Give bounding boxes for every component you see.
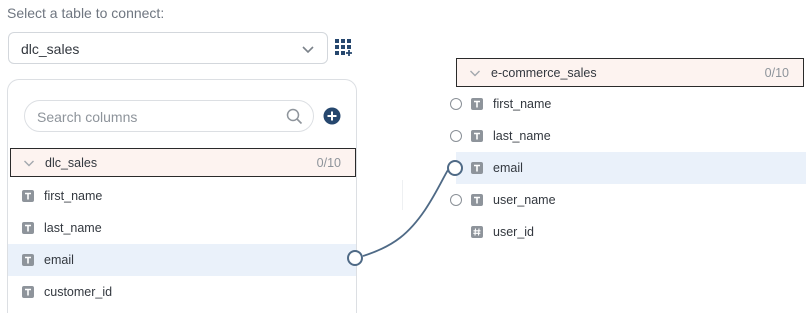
target-column-label: last_name [493,129,551,143]
text-type-icon [471,194,483,206]
table-select[interactable]: dlc_sales [8,32,328,64]
target-connector-handle-active[interactable] [447,160,463,176]
hash-type-icon [471,226,483,238]
target-column-row[interactable]: last_name [456,120,806,152]
target-column-row[interactable]: user_name [456,184,806,216]
target-connector-handle[interactable] [450,98,462,110]
source-column-label: first_name [44,189,103,203]
target-table-name: e-commerce_sales [491,66,597,80]
text-type-icon [22,286,34,298]
text-type-icon [22,254,34,266]
target-column-label: user_id [493,225,534,239]
target-column-row[interactable]: first_name [456,88,806,120]
target-column-label: user_name [493,193,556,207]
table-select-value: dlc_sales [21,41,80,57]
target-connector-handle[interactable] [450,130,462,142]
source-column-label: last_name [44,221,102,235]
source-column-row[interactable]: last_name [8,212,356,244]
target-table-header[interactable]: e-commerce_sales 0/10 [456,58,804,87]
chevron-down-icon [470,70,480,77]
chevron-down-icon [302,46,314,54]
add-column-button[interactable] [323,107,341,125]
source-column-label: email [44,253,74,267]
text-type-icon [22,190,34,202]
target-table-count: 0/10 [764,66,789,80]
target-column-label: email [493,161,523,175]
text-type-icon [471,162,483,174]
target-connector-handle[interactable] [450,194,462,206]
target-column-row[interactable]: user_id [456,216,806,248]
search-icon [286,108,303,125]
search-columns-field[interactable]: Search columns [24,100,314,132]
source-column-label: customer_id [44,285,113,299]
source-connector-handle[interactable] [347,250,363,266]
canvas-divider [402,180,403,210]
chevron-down-icon [24,160,34,167]
add-table-grid-icon[interactable] [334,38,352,56]
text-type-icon [471,98,483,110]
source-column-row-selected[interactable]: email [8,244,356,276]
text-type-icon [471,130,483,142]
search-placeholder: Search columns [37,109,138,125]
source-table-name: dlc_sales [45,156,98,170]
target-column-row-selected[interactable]: email [456,152,806,184]
connect-prompt: Select a table to connect: [7,5,165,21]
source-table-count: 0/10 [316,156,341,170]
text-type-icon [22,222,34,234]
target-column-label: first_name [493,97,552,111]
source-column-row[interactable]: customer_id [8,276,356,308]
source-column-row[interactable]: first_name [8,180,356,212]
source-table-header[interactable]: dlc_sales 0/10 [10,148,356,177]
